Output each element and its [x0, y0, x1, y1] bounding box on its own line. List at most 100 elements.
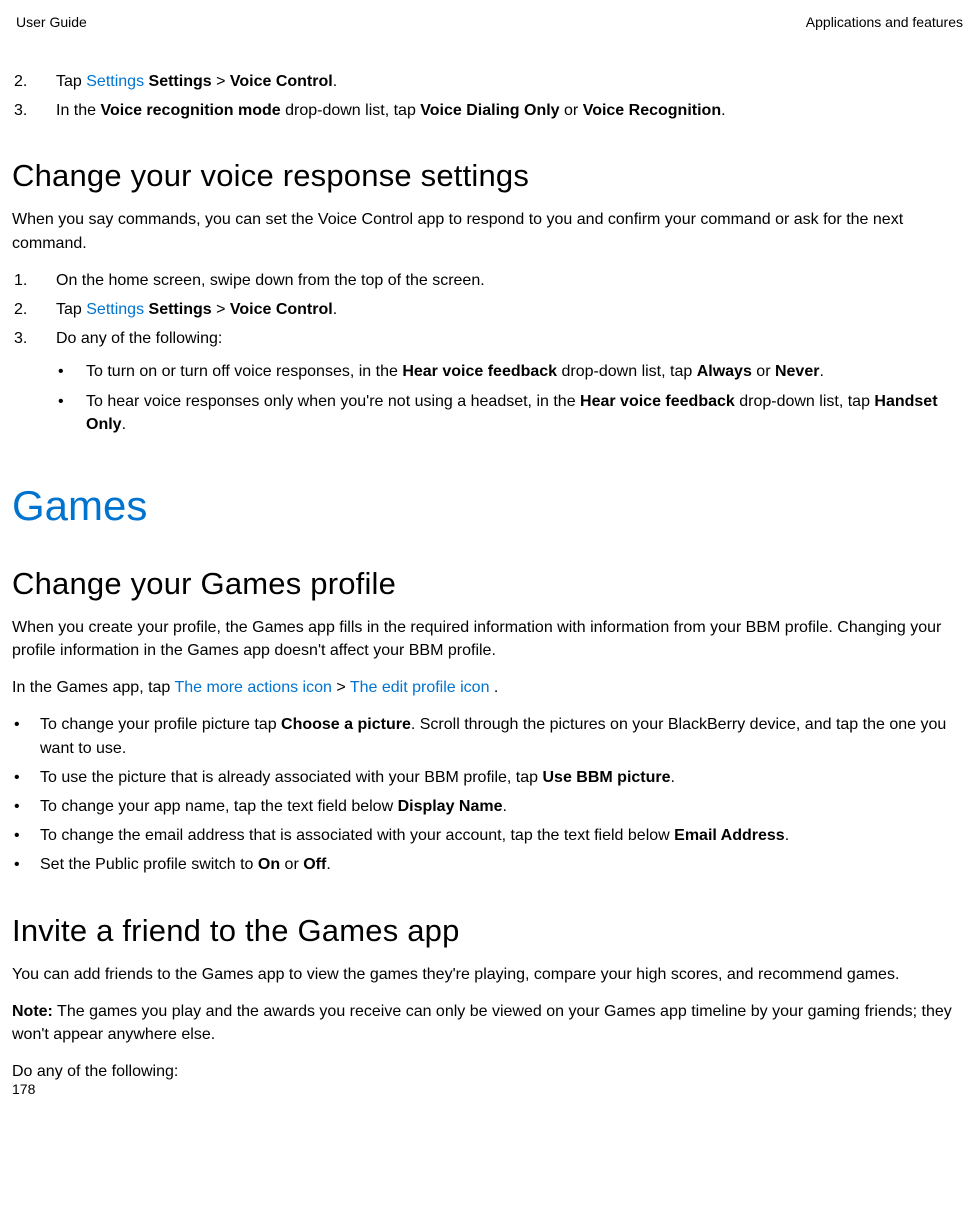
- note-label: Note:: [12, 1003, 53, 1020]
- text: To change the email address that is asso…: [40, 827, 674, 844]
- bullet-icon: •: [12, 713, 40, 759]
- text: .: [489, 679, 498, 696]
- voice-recognition-label: Voice Recognition: [583, 102, 721, 119]
- text: .: [671, 769, 675, 786]
- top-steps-list: 2. Tap Settings Settings > Voice Control…: [12, 70, 955, 122]
- step-3: 3. Do any of the following: • To turn on…: [12, 327, 955, 442]
- list-item: • To change your app name, tap the text …: [12, 795, 955, 818]
- text: or: [560, 102, 583, 119]
- step-number: 2.: [12, 70, 56, 93]
- para-note: Note: The games you play and the awards …: [12, 1000, 955, 1046]
- list-body: To turn on or turn off voice responses, …: [86, 360, 955, 383]
- voice-recognition-mode-label: Voice recognition mode: [100, 102, 280, 119]
- voice-sub-bullets: • To turn on or turn off voice responses…: [56, 360, 955, 436]
- choose-a-picture-label: Choose a picture: [281, 716, 411, 733]
- text: Tap: [56, 301, 86, 318]
- list-body: To hear voice responses only when you're…: [86, 390, 955, 436]
- step-3: 3. In the Voice recognition mode drop-do…: [12, 99, 955, 122]
- heading-invite-friend: Invite a friend to the Games app: [12, 913, 955, 949]
- heading-change-games-profile: Change your Games profile: [12, 566, 955, 602]
- list-body: To use the picture that is already assoc…: [40, 766, 955, 789]
- separator: >: [332, 679, 350, 696]
- display-name-label: Display Name: [398, 798, 503, 815]
- settings-label: Settings: [149, 73, 212, 90]
- always-label: Always: [697, 363, 752, 380]
- settings-icon-label: Settings: [86, 301, 144, 318]
- hear-voice-feedback-label: Hear voice feedback: [580, 393, 735, 410]
- step-number: 2.: [12, 298, 56, 321]
- list-item: • To change the email address that is as…: [12, 824, 955, 847]
- bullet-icon: •: [56, 360, 86, 383]
- list-body: Set the Public profile switch to On or O…: [40, 853, 955, 876]
- text: .: [503, 798, 507, 815]
- email-address-label: Email Address: [674, 827, 785, 844]
- step-1: 1. On the home screen, swipe down from t…: [12, 269, 955, 292]
- text: .: [819, 363, 823, 380]
- separator: >: [212, 301, 230, 318]
- separator: >: [212, 73, 230, 90]
- text: In the: [56, 102, 100, 119]
- text: Set the Public profile switch to: [40, 856, 258, 873]
- step-2: 2. Tap Settings Settings > Voice Control…: [12, 70, 955, 93]
- step-number: 1.: [12, 269, 56, 292]
- voice-control-label: Voice Control: [230, 73, 333, 90]
- heading-games: Games: [12, 482, 955, 530]
- header-left: User Guide: [16, 14, 87, 30]
- step-body: Tap Settings Settings > Voice Control.: [56, 70, 955, 93]
- hear-voice-feedback-label: Hear voice feedback: [402, 363, 557, 380]
- page-number: 178: [12, 1081, 35, 1097]
- page-content: 2. Tap Settings Settings > Voice Control…: [12, 70, 967, 1083]
- step-number: 3.: [12, 99, 56, 122]
- bullet-icon: •: [56, 390, 86, 436]
- text: Do any of the following:: [56, 330, 222, 347]
- more-actions-icon-label: The more actions icon: [174, 679, 331, 696]
- para-games-tap: In the Games app, tap The more actions i…: [12, 676, 955, 699]
- off-label: Off: [303, 856, 326, 873]
- bullet-icon: •: [12, 853, 40, 876]
- list-body: To change the email address that is asso…: [40, 824, 955, 847]
- text: In the Games app, tap: [12, 679, 174, 696]
- text: To hear voice responses only when you're…: [86, 393, 580, 410]
- list-item: • Set the Public profile switch to On or…: [12, 853, 955, 876]
- text: .: [333, 73, 337, 90]
- bullet-icon: •: [12, 766, 40, 789]
- para-voice-intro: When you say commands, you can set the V…: [12, 208, 955, 254]
- profile-bullets: • To change your profile picture tap Cho…: [12, 713, 955, 876]
- edit-profile-icon-label: The edit profile icon: [350, 679, 490, 696]
- text: The games you play and the awards you re…: [12, 1003, 952, 1043]
- text: Tap: [56, 73, 86, 90]
- text: To change your app name, tap the text fi…: [40, 798, 398, 815]
- para-profile-intro: When you create your profile, the Games …: [12, 616, 955, 662]
- use-bbm-picture-label: Use BBM picture: [542, 769, 670, 786]
- settings-icon-label: Settings: [86, 73, 144, 90]
- header-right: Applications and features: [806, 14, 963, 30]
- page-header: User Guide Applications and features: [12, 14, 967, 30]
- text: To turn on or turn off voice responses, …: [86, 363, 402, 380]
- text: .: [122, 416, 126, 433]
- settings-label: Settings: [149, 301, 212, 318]
- step-body: In the Voice recognition mode drop-down …: [56, 99, 955, 122]
- voice-control-label: Voice Control: [230, 301, 333, 318]
- list-body: To change your app name, tap the text fi…: [40, 795, 955, 818]
- text: To use the picture that is already assoc…: [40, 769, 542, 786]
- step-body: Do any of the following: • To turn on or…: [56, 327, 955, 442]
- para-do-following: Do any of the following:: [12, 1060, 955, 1083]
- text: drop-down list, tap: [281, 102, 421, 119]
- text: To change your profile picture tap: [40, 716, 281, 733]
- voice-steps-list: 1. On the home screen, swipe down from t…: [12, 269, 955, 442]
- step-body: On the home screen, swipe down from the …: [56, 269, 955, 292]
- voice-dialing-only-label: Voice Dialing Only: [420, 102, 559, 119]
- list-body: To change your profile picture tap Choos…: [40, 713, 955, 759]
- text: or: [752, 363, 775, 380]
- step-number: 3.: [12, 327, 56, 442]
- list-item: • To change your profile picture tap Cho…: [12, 713, 955, 759]
- heading-change-voice-response: Change your voice response settings: [12, 158, 955, 194]
- text: or: [280, 856, 303, 873]
- bullet-icon: •: [12, 824, 40, 847]
- bullet-icon: •: [12, 795, 40, 818]
- list-item: • To turn on or turn off voice responses…: [56, 360, 955, 383]
- list-item: • To use the picture that is already ass…: [12, 766, 955, 789]
- text: .: [721, 102, 725, 119]
- step-body: Tap Settings Settings > Voice Control.: [56, 298, 955, 321]
- text: drop-down list, tap: [735, 393, 875, 410]
